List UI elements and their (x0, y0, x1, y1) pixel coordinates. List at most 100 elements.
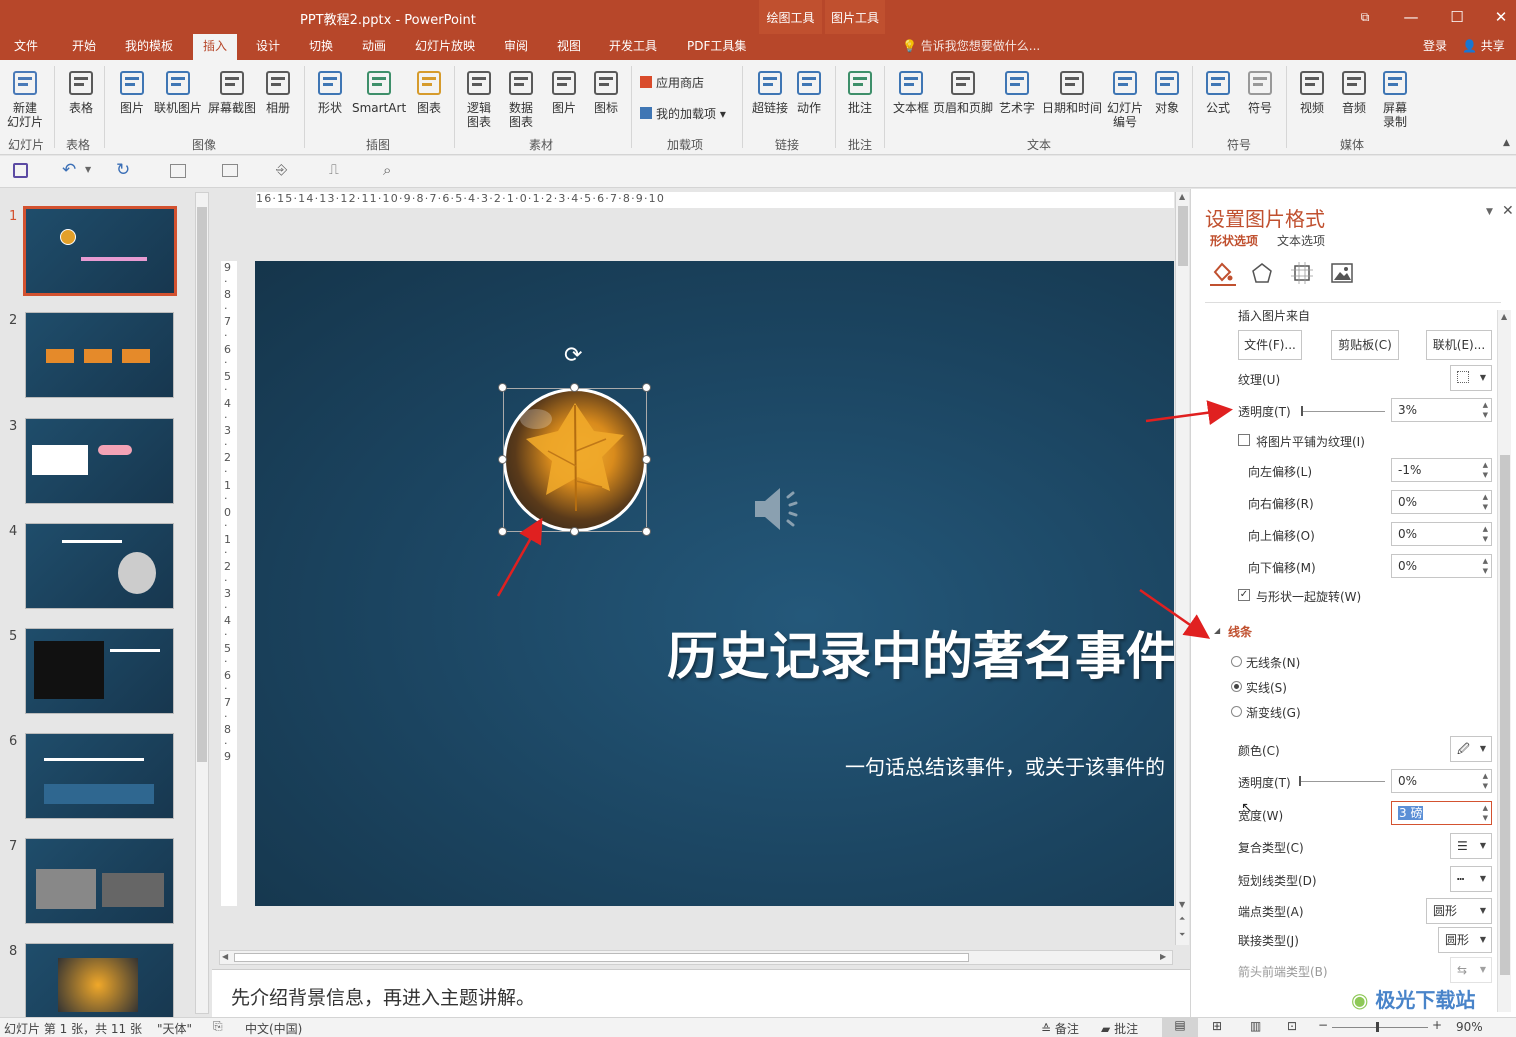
pane-options-dropdown-icon[interactable]: ▼ (1486, 207, 1493, 217)
thumbnail-scrollbar[interactable] (195, 192, 209, 1014)
selection-handle-e[interactable] (642, 455, 651, 464)
pane-scrollbar[interactable]: ▲ (1497, 310, 1511, 1012)
tab-pdf-tools[interactable]: PDF工具集 (685, 34, 748, 60)
scroll-up-icon[interactable]: ▲ (1179, 192, 1185, 201)
join-type-dropdown[interactable]: 圆形 ▼ (1438, 927, 1492, 953)
selection-handle-sw[interactable] (498, 527, 507, 536)
my-addins-button[interactable]: 我的加载项 ▾ (640, 105, 726, 122)
reading-view-icon[interactable]: ▥ (1250, 1019, 1261, 1033)
slide-title[interactable]: 历史记录中的著名事件 (667, 615, 1174, 689)
close-button[interactable]: ✕ (1478, 0, 1516, 34)
scroll-left-icon[interactable]: ◀ (222, 952, 228, 961)
selection-handle-s[interactable] (570, 527, 579, 536)
presenter-icon[interactable]: ⎆ (276, 162, 287, 178)
slide-thumbnail[interactable] (25, 733, 174, 819)
spin-arrows-icon[interactable]: ▲ ▼ (1483, 556, 1488, 576)
speaker-icon[interactable] (752, 483, 812, 535)
pane-close-icon[interactable]: ✕ (1502, 203, 1514, 219)
tile-checkbox[interactable] (1238, 434, 1250, 446)
tab-view[interactable]: 视图 (555, 34, 583, 60)
ribbon-button-audio[interactable]: 音频 (1339, 68, 1369, 115)
transparency-slider[interactable] (1301, 406, 1385, 416)
slideshow-icon[interactable]: ⊡ (1287, 1019, 1297, 1033)
restore-icon[interactable]: ⧉ (1342, 0, 1388, 34)
selection-handle-nw[interactable] (498, 383, 507, 392)
ribbon-button-smartart[interactable]: SmartArt (352, 68, 406, 115)
ribbon-button-album[interactable]: 相册 (263, 68, 293, 115)
file-button[interactable]: 文件(F)... (1238, 330, 1302, 360)
normal-view-icon[interactable]: ▤ (1162, 1018, 1198, 1037)
minimize-button[interactable]: — (1388, 0, 1434, 34)
zoom-slider[interactable] (1332, 1022, 1428, 1032)
selection-handle-se[interactable] (642, 527, 651, 536)
spin-arrows-icon[interactable]: ▲ ▼ (1483, 460, 1488, 480)
tab-file[interactable]: 文件 (12, 34, 40, 60)
maximize-button[interactable]: ☐ (1434, 0, 1480, 34)
ribbon-button-data-chart[interactable]: 数据 图表 (506, 68, 536, 129)
pane-scroll-up-icon[interactable]: ▲ (1501, 312, 1507, 321)
comments-button[interactable]: ▰ 批注 (1101, 1020, 1138, 1037)
undo-dropdown-icon[interactable]: ▼ (85, 165, 91, 174)
slide-thumbnail[interactable] (25, 418, 174, 504)
ribbon-button-datetime[interactable]: 日期和时间 (1041, 68, 1103, 115)
tab-home[interactable]: 开始 (70, 34, 98, 60)
editor-horizontal-scrollbar[interactable]: ◀ ▶ (219, 950, 1173, 965)
dash-type-dropdown[interactable]: ┅ ▼ (1450, 866, 1492, 892)
tab-insert[interactable]: 插入 (193, 34, 237, 60)
store-button[interactable]: 应用商店 (640, 74, 704, 91)
width-input[interactable]: 3 磅 ▲ ▼ (1391, 801, 1492, 825)
ribbon-button-screenshot[interactable]: 屏幕截图 (207, 68, 257, 115)
arrow-begin-dropdown[interactable]: ⇆ ▼ (1450, 957, 1492, 983)
effects-icon[interactable] (1251, 262, 1273, 287)
collapse-triangle-icon[interactable]: ◢ (1214, 626, 1220, 635)
from-beginning-icon[interactable] (170, 164, 186, 178)
ribbon-button-object[interactable]: 对象 (1152, 68, 1182, 115)
ribbon-button-textbox[interactable]: 文本框 (892, 68, 930, 115)
spin-arrows-icon[interactable]: ▲ ▼ (1483, 400, 1488, 420)
slide-thumbnail[interactable] (25, 628, 174, 714)
spellcheck-icon[interactable]: ⎘ (213, 1019, 223, 1034)
language[interactable]: 中文(中国) (245, 1020, 302, 1037)
ribbon-button-new-slide[interactable]: 新建 幻灯片 (2, 68, 48, 129)
line-transparency-input[interactable]: 0% ▲ ▼ (1391, 769, 1492, 793)
slide-thumbnail[interactable] (23, 206, 177, 296)
ribbon-button-video[interactable]: 视频 (1297, 68, 1327, 115)
slide-canvas[interactable]: 历史记录中的著名事件 一句话总结该事件，或关于该事件的 (255, 261, 1174, 906)
rotate-with-shape-checkbox[interactable]: ✓ (1238, 589, 1250, 601)
tab-text-options[interactable]: 文本选项 (1277, 232, 1325, 249)
offset-bottom-input[interactable]: 0% ▲ ▼ (1391, 554, 1492, 578)
spin-arrows-icon[interactable]: ▲ ▼ (1483, 524, 1488, 544)
spin-arrows-icon[interactable]: ▲ ▼ (1483, 771, 1488, 791)
scroll-right-icon[interactable]: ▶ (1160, 952, 1166, 961)
no-line-radio[interactable] (1231, 656, 1242, 667)
ribbon-button-material-picture[interactable]: 图片 (549, 68, 579, 115)
slide-thumbnail[interactable] (25, 523, 174, 609)
slide-subtitle[interactable]: 一句话总结该事件，或关于该事件的 (845, 751, 1165, 780)
ribbon-button-icons[interactable]: 图标 (591, 68, 621, 115)
next-slide-icon[interactable]: ⏷ (1179, 930, 1185, 940)
selected-picture[interactable]: ⟳ (498, 343, 651, 536)
ribbon-button-header-footer[interactable]: 页眉和页脚 (932, 68, 994, 115)
tab-shape-options[interactable]: 形状选项 (1210, 232, 1258, 249)
ribbon-button-picture[interactable]: 图片 (117, 68, 147, 115)
ribbon-button-table[interactable]: 表格 (66, 68, 96, 115)
selection-handle-n[interactable] (570, 383, 579, 392)
tab-transitions[interactable]: 切换 (307, 34, 335, 60)
cap-type-dropdown[interactable]: 圆形 ▼ (1426, 898, 1492, 924)
ribbon-button-equation[interactable]: 公式 (1203, 68, 1233, 115)
slide-thumbnail[interactable] (25, 838, 174, 924)
present-online-icon[interactable]: ⎍ (329, 162, 339, 178)
ribbon-button-comment[interactable]: 批注 (845, 68, 875, 115)
tell-me-box[interactable]: 💡 告诉我您想要做什么... (900, 34, 1042, 60)
ribbon-button-logic-chart[interactable]: 逻辑 图表 (464, 68, 494, 129)
zoom-level[interactable]: 90% (1456, 1020, 1483, 1034)
texture-dropdown[interactable]: ▼ (1450, 365, 1492, 391)
scroll-down-icon[interactable]: ▼ (1179, 900, 1185, 909)
line-color-dropdown[interactable]: 🖉 ▼ (1450, 736, 1492, 762)
tab-slideshow[interactable]: 幻灯片放映 (413, 34, 477, 60)
ribbon-button-online-picture[interactable]: 联机图片 (153, 68, 203, 115)
line-transparency-slider[interactable] (1299, 776, 1385, 786)
offset-right-input[interactable]: 0% ▲ ▼ (1391, 490, 1492, 514)
fill-line-icon[interactable] (1210, 260, 1236, 286)
ribbon-button-symbol[interactable]: 符号 (1245, 68, 1275, 115)
